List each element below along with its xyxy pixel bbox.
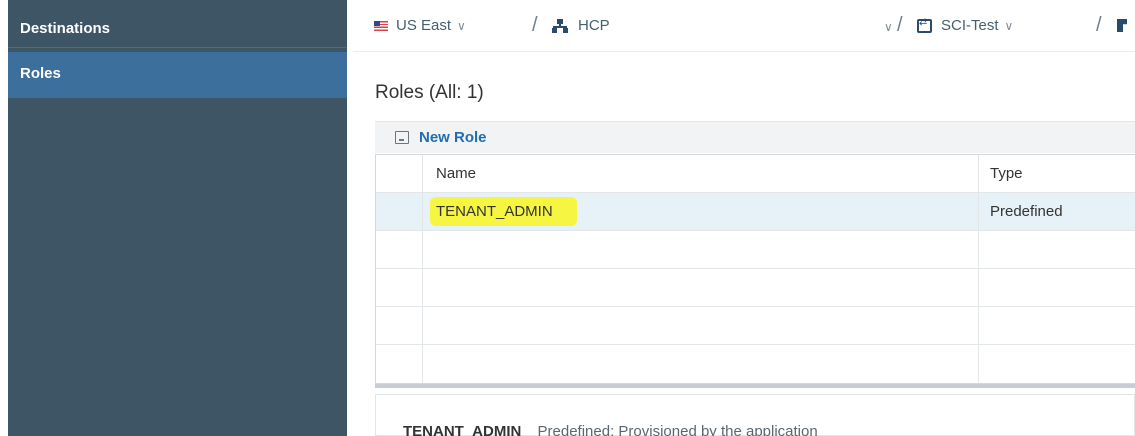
table-row-empty [376,231,1135,269]
page-title: Roles (All: 1) [375,82,484,103]
platform-selector[interactable]: HCP [552,17,610,34]
new-role-icon[interactable] [395,131,409,144]
region-selector[interactable]: US East ∨ [374,17,466,34]
column-header-type[interactable]: Type [979,155,1135,192]
us-flag-icon [374,20,388,31]
detail-role-description: Predefined: Provisioned by the applicati… [537,423,818,436]
empty-cell [423,345,979,383]
empty-cell [423,231,979,268]
row-selector [376,307,423,344]
region-label: US East [396,17,452,34]
empty-cell [979,345,1135,383]
chevron-down-icon[interactable]: ∨ [884,20,893,34]
new-role-button[interactable]: New Role [419,129,487,146]
space-icon[interactable] [1117,19,1127,32]
empty-cell [979,269,1135,306]
breadcrumb-separator: / [897,14,903,36]
sidebar-item-label: Destinations [20,20,111,37]
table-header-row: Name Type [376,155,1135,193]
role-type-cell: Predefined [990,203,1063,220]
hierarchy-icon [552,18,568,33]
resize-handle[interactable] [375,384,1135,388]
subaccount-icon [917,17,932,33]
sidebar-item-roles[interactable]: Roles [8,52,347,98]
empty-cell [423,307,979,344]
breadcrumb-separator: / [532,14,538,36]
detail-text: TENANT_ADMIN Predefined: Provisioned by … [403,423,818,436]
roles-table: Name Type TENANT_ADMIN Predefined [375,154,1135,384]
subaccount-label: SCI-Test [941,17,999,34]
breadcrumb: US East ∨ / HCP ∨ / SCI-Test ∨ / [353,0,1135,52]
table-row-empty [376,345,1135,383]
divider [347,0,353,436]
role-detail-panel: TENANT_ADMIN Predefined: Provisioned by … [375,394,1135,436]
table-row[interactable]: TENANT_ADMIN Predefined [376,193,1135,231]
sidebar: Destinations Roles [8,0,347,436]
select-column-header [376,155,423,192]
table-row-empty [376,269,1135,307]
row-selector [376,345,423,383]
empty-cell [423,269,979,306]
sidebar-item-label: Roles [20,65,61,82]
chevron-down-icon: ∨ [457,18,466,33]
breadcrumb-separator: / [1096,14,1102,36]
role-name-cell: TENANT_ADMIN [423,193,979,230]
empty-cell [979,231,1135,268]
detail-role-name: TENANT_ADMIN [403,423,522,436]
row-selector[interactable] [376,193,423,230]
empty-cell [979,307,1135,344]
subaccount-selector[interactable]: SCI-Test ∨ [917,17,1013,34]
chevron-down-icon: ∨ [1004,18,1014,33]
platform-label: HCP [578,17,610,34]
row-selector [376,231,423,268]
sidebar-item-destinations[interactable]: Destinations [8,10,347,48]
row-selector [376,269,423,306]
column-header-name[interactable]: Name [423,155,979,192]
table-row-empty [376,307,1135,345]
role-name: TENANT_ADMIN [430,197,577,226]
toolbar: New Role [375,121,1135,153]
